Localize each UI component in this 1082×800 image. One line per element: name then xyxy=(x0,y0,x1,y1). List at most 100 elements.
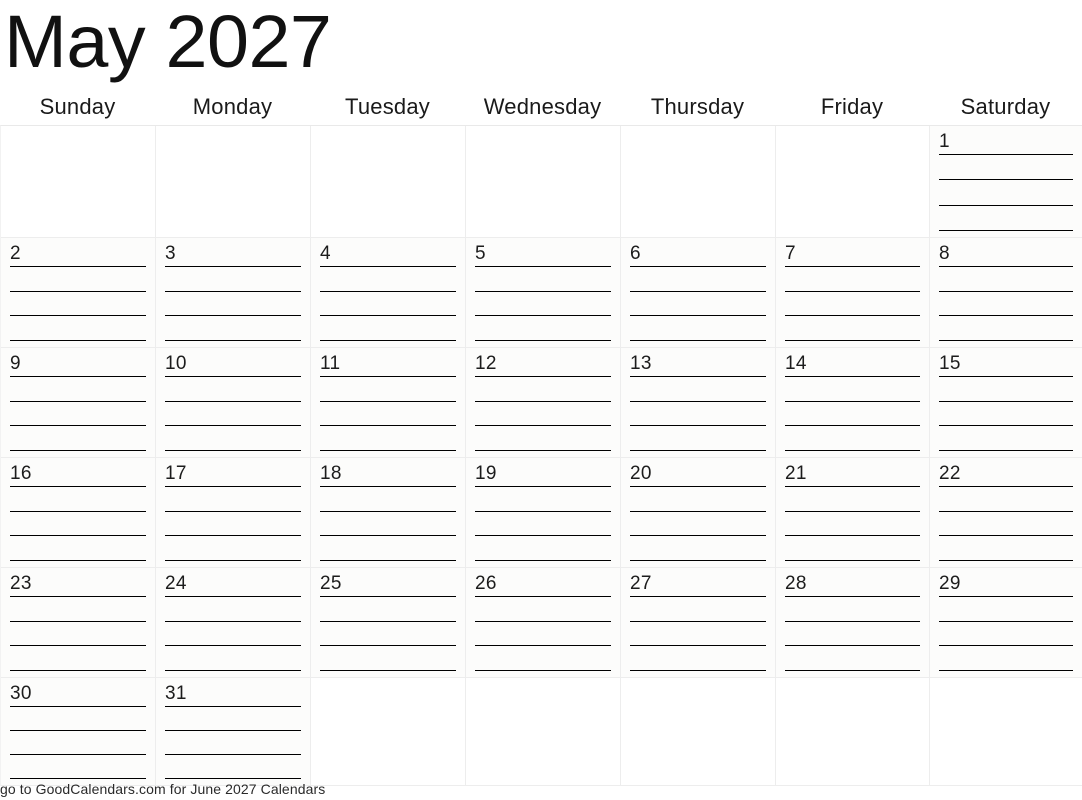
note-line[interactable] xyxy=(165,730,301,731)
note-line[interactable] xyxy=(10,290,146,292)
note-line[interactable] xyxy=(320,376,456,377)
day-cell[interactable]: 8 xyxy=(930,238,1082,348)
note-line[interactable] xyxy=(165,778,301,779)
day-cell[interactable]: 13 xyxy=(621,348,776,458)
note-line[interactable] xyxy=(630,620,766,622)
note-line[interactable] xyxy=(475,449,611,451)
note-line[interactable] xyxy=(475,535,611,537)
note-line[interactable] xyxy=(165,425,301,427)
note-line[interactable] xyxy=(939,449,1073,451)
note-line[interactable] xyxy=(10,706,146,707)
day-cell[interactable]: 19 xyxy=(466,458,621,568)
note-line[interactable] xyxy=(10,778,146,779)
note-line[interactable] xyxy=(630,596,766,597)
note-line[interactable] xyxy=(785,376,920,377)
note-line[interactable] xyxy=(320,486,456,487)
note-line[interactable] xyxy=(785,645,920,647)
note-line[interactable] xyxy=(939,229,1073,231)
note-line[interactable] xyxy=(165,535,301,537)
note-line[interactable] xyxy=(475,266,611,267)
note-line[interactable] xyxy=(475,596,611,597)
note-line[interactable] xyxy=(475,315,611,317)
note-line[interactable] xyxy=(939,154,1073,155)
note-line[interactable] xyxy=(10,315,146,317)
note-line[interactable] xyxy=(475,400,611,402)
note-line[interactable] xyxy=(320,449,456,451)
note-line[interactable] xyxy=(10,645,146,647)
note-line[interactable] xyxy=(785,559,920,561)
note-line[interactable] xyxy=(320,400,456,402)
note-line[interactable] xyxy=(630,400,766,402)
day-cell[interactable]: 1 xyxy=(930,126,1082,238)
note-line[interactable] xyxy=(785,596,920,597)
note-line[interactable] xyxy=(939,559,1073,561)
note-line[interactable] xyxy=(939,266,1073,267)
note-line[interactable] xyxy=(165,449,301,451)
note-line[interactable] xyxy=(475,425,611,427)
note-line[interactable] xyxy=(785,669,920,671)
note-line[interactable] xyxy=(785,266,920,267)
note-line[interactable] xyxy=(320,620,456,622)
note-line[interactable] xyxy=(320,510,456,512)
note-line[interactable] xyxy=(785,620,920,622)
note-line[interactable] xyxy=(10,730,146,731)
note-line[interactable] xyxy=(320,596,456,597)
day-cell[interactable]: 20 xyxy=(621,458,776,568)
note-line[interactable] xyxy=(165,596,301,597)
note-line[interactable] xyxy=(320,535,456,537)
day-cell[interactable]: 25 xyxy=(311,568,466,678)
note-line[interactable] xyxy=(785,486,920,487)
note-line[interactable] xyxy=(320,290,456,292)
note-line[interactable] xyxy=(939,486,1073,487)
note-line[interactable] xyxy=(939,645,1073,647)
note-line[interactable] xyxy=(630,376,766,377)
day-cell[interactable]: 28 xyxy=(776,568,930,678)
note-line[interactable] xyxy=(165,266,301,267)
note-line[interactable] xyxy=(475,510,611,512)
note-line[interactable] xyxy=(939,204,1073,206)
day-cell[interactable]: 16 xyxy=(1,458,156,568)
note-line[interactable] xyxy=(939,290,1073,292)
day-cell[interactable]: 6 xyxy=(621,238,776,348)
note-line[interactable] xyxy=(785,510,920,512)
note-line[interactable] xyxy=(785,449,920,451)
note-line[interactable] xyxy=(630,449,766,451)
note-line[interactable] xyxy=(320,669,456,671)
note-line[interactable] xyxy=(10,486,146,487)
day-cell[interactable]: 11 xyxy=(311,348,466,458)
day-cell[interactable]: 17 xyxy=(156,458,311,568)
note-line[interactable] xyxy=(165,339,301,341)
note-line[interactable] xyxy=(165,400,301,402)
note-line[interactable] xyxy=(630,645,766,647)
note-line[interactable] xyxy=(939,376,1073,377)
day-cell[interactable]: 27 xyxy=(621,568,776,678)
note-line[interactable] xyxy=(165,669,301,671)
day-cell[interactable]: 29 xyxy=(930,568,1082,678)
note-line[interactable] xyxy=(939,510,1073,512)
note-line[interactable] xyxy=(630,315,766,317)
note-line[interactable] xyxy=(165,706,301,707)
note-line[interactable] xyxy=(630,535,766,537)
day-cell[interactable]: 5 xyxy=(466,238,621,348)
day-cell[interactable]: 26 xyxy=(466,568,621,678)
day-cell[interactable]: 14 xyxy=(776,348,930,458)
note-line[interactable] xyxy=(10,596,146,597)
note-line[interactable] xyxy=(165,290,301,292)
day-cell[interactable]: 12 xyxy=(466,348,621,458)
day-cell[interactable]: 24 xyxy=(156,568,311,678)
note-line[interactable] xyxy=(165,620,301,622)
note-line[interactable] xyxy=(10,449,146,451)
note-line[interactable] xyxy=(939,669,1073,671)
note-line[interactable] xyxy=(630,290,766,292)
note-line[interactable] xyxy=(165,315,301,317)
note-line[interactable] xyxy=(10,400,146,402)
note-line[interactable] xyxy=(785,315,920,317)
note-line[interactable] xyxy=(939,620,1073,622)
note-line[interactable] xyxy=(10,510,146,512)
note-line[interactable] xyxy=(630,266,766,267)
note-line[interactable] xyxy=(10,754,146,755)
note-line[interactable] xyxy=(165,486,301,487)
note-line[interactable] xyxy=(320,339,456,341)
note-line[interactable] xyxy=(320,559,456,561)
note-line[interactable] xyxy=(165,645,301,647)
